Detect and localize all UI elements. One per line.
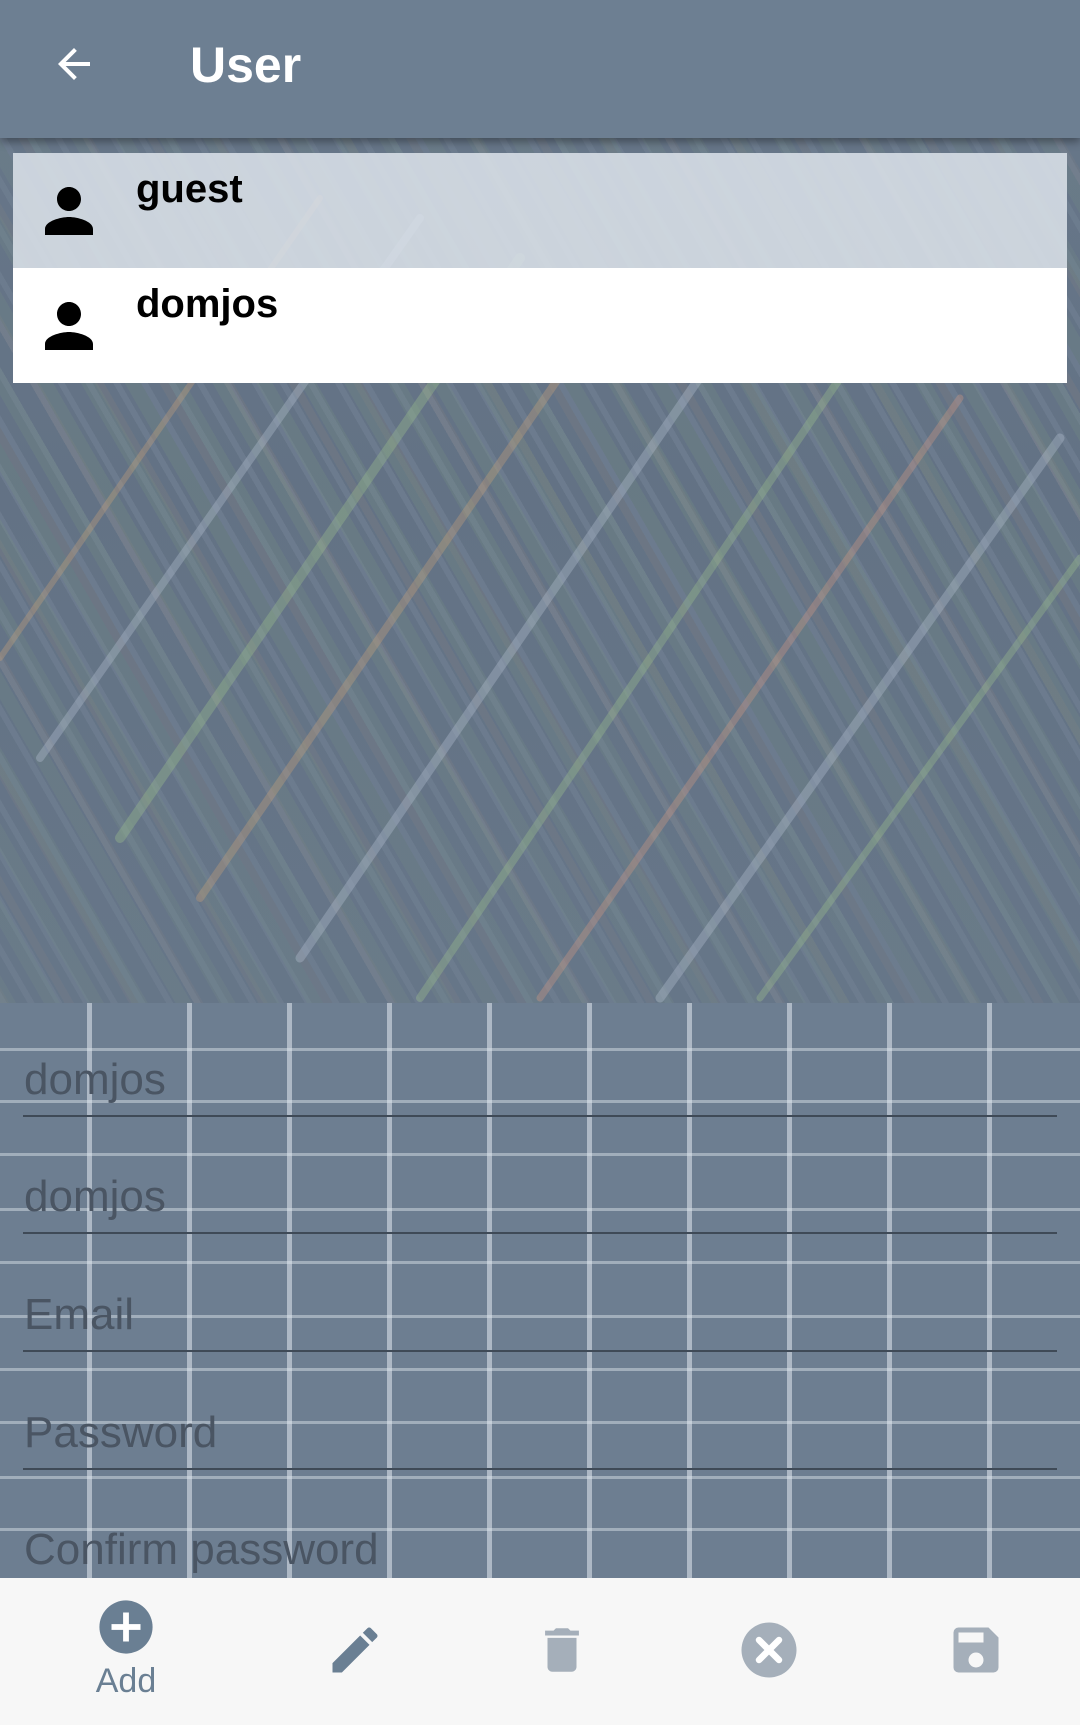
fullname-value: domjos [24, 1172, 166, 1221]
cancel-circle-icon [741, 1622, 797, 1678]
back-button[interactable] [40, 30, 108, 98]
confirm-password-placeholder: Confirm password [24, 1525, 379, 1574]
app-screen: User guest domjos domjos domjos Email Pa… [0, 0, 1080, 1725]
page-title: User [190, 37, 302, 93]
username-value: domjos [24, 1055, 166, 1104]
list-item[interactable]: guest [13, 153, 1067, 268]
confirm-password-field[interactable]: Confirm password [23, 1515, 1057, 1578]
grid-line [0, 1261, 1080, 1264]
add-circle-icon [99, 1600, 153, 1654]
delete-button[interactable] [502, 1578, 622, 1725]
username-field[interactable]: domjos [23, 1045, 1057, 1117]
password-field[interactable]: Password [23, 1398, 1057, 1470]
list-item[interactable]: domjos [13, 268, 1067, 383]
user-form: domjos domjos Email Password Confirm pas… [0, 1003, 1080, 1578]
user-name: guest [136, 167, 243, 211]
save-button[interactable] [916, 1578, 1036, 1725]
user-list: guest domjos [13, 153, 1067, 383]
pencil-icon [332, 1627, 378, 1673]
arrow-back-icon [58, 48, 90, 80]
app-bar: User [0, 0, 1080, 138]
password-placeholder: Password [24, 1408, 218, 1457]
person-icon [45, 302, 93, 350]
add-label: Add [95, 1662, 157, 1700]
user-name: domjos [136, 282, 279, 326]
edit-button[interactable] [295, 1578, 415, 1725]
cancel-button[interactable] [709, 1578, 829, 1725]
grid-line [0, 1153, 1080, 1156]
grid-line [0, 1368, 1080, 1371]
floppy-disk-icon [953, 1627, 999, 1673]
bottom-toolbar: Add [0, 1578, 1080, 1725]
trash-icon [545, 1628, 579, 1672]
person-icon [45, 187, 93, 235]
email-field[interactable]: Email [23, 1280, 1057, 1352]
grid-line [0, 1476, 1080, 1479]
add-button[interactable]: Add [66, 1578, 186, 1725]
email-placeholder: Email [24, 1290, 135, 1339]
fullname-field[interactable]: domjos [23, 1162, 1057, 1234]
